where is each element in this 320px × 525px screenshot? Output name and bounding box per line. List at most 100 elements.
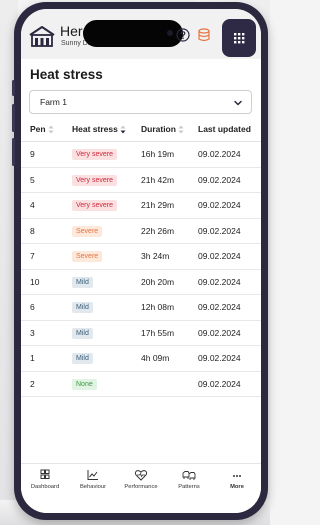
bottom-tab-bar: Dashboard Behaviour Performance Patterns	[21, 463, 261, 513]
barn-logo-icon	[29, 26, 55, 47]
phone-volume-down-button	[12, 138, 15, 166]
last-updated-cell: 09.02.2024	[198, 269, 261, 295]
app-screen: Herd Sunny Dairy beta Heat stress	[21, 9, 261, 513]
heat-stress-cell: Very severe	[72, 167, 141, 193]
heat-stress-table: Pen Heat stress Duration Last updated 9V…	[21, 117, 261, 397]
chevron-down-icon	[234, 100, 242, 106]
heat-stress-badge: Severe	[72, 251, 103, 263]
table-body: 9 Very severe 16h 19m 09.02.2024 5 Very sever…	[21, 141, 261, 397]
sort-icon	[178, 125, 184, 134]
help-icon[interactable]	[176, 28, 190, 42]
pen-cell: 9	[21, 141, 72, 168]
heat-stress-cell: Mild	[72, 320, 141, 346]
dashboard-icon	[40, 469, 50, 479]
table-row[interactable]: 8 Severe 22h 26m 09.02.2024	[21, 218, 261, 244]
farm-select-value: Farm 1	[40, 97, 67, 107]
more-dots-icon	[233, 475, 241, 477]
duration-cell: 20h 20m	[141, 269, 198, 295]
heat-stress-badge: Very severe	[72, 174, 117, 186]
apps-menu-button[interactable]	[222, 19, 256, 57]
grid-icon	[234, 33, 245, 44]
column-header-label: Duration	[141, 123, 176, 134]
heat-stress-cell: Severe	[72, 218, 141, 244]
cows-icon	[182, 471, 196, 480]
heat-stress-badge: Very severe	[72, 200, 117, 212]
column-header-last-updated[interactable]: Last updated	[198, 117, 261, 142]
tab-more[interactable]: More	[213, 464, 261, 513]
last-updated-cell: 09.02.2024	[198, 141, 261, 168]
sort-active-icon	[120, 125, 126, 134]
heat-stress-badge: Mild	[72, 276, 93, 288]
column-header-duration[interactable]: Duration	[141, 117, 198, 142]
heat-stress-badge: Mild	[72, 353, 93, 365]
heat-stress-badge: Mild	[72, 302, 93, 314]
table-row[interactable]: 2 None 09.02.2024	[21, 371, 261, 397]
database-icon[interactable]	[198, 28, 210, 42]
last-updated-cell: 09.02.2024	[198, 345, 261, 372]
tab-patterns[interactable]: Patterns	[165, 464, 213, 513]
tab-performance[interactable]: Performance	[117, 464, 165, 513]
behaviour-chart-icon	[87, 470, 98, 480]
table-row[interactable]: 5 Very severe 21h 42m 09.02.2024	[21, 167, 261, 193]
heat-stress-cell: Very severe	[72, 192, 141, 219]
column-header-label: Pen	[30, 123, 46, 134]
tab-label: Patterns	[178, 484, 200, 490]
column-header-heat-stress[interactable]: Heat stress	[72, 117, 141, 142]
heat-stress-cell: Mild	[72, 345, 141, 372]
pen-cell: 10	[21, 269, 72, 295]
heat-stress-badge: Mild	[72, 327, 93, 339]
duration-cell: 3h 24m	[141, 243, 198, 270]
last-updated-cell: 09.02.2024	[198, 320, 261, 346]
last-updated-cell: 09.02.2024	[198, 243, 261, 270]
pen-cell: 7	[21, 243, 72, 270]
heat-stress-cell: None	[72, 371, 141, 397]
tab-label: More	[230, 484, 244, 490]
pen-cell: 3	[21, 320, 72, 346]
duration-cell: 17h 55m	[141, 320, 198, 346]
duration-cell: 21h 29m	[141, 192, 198, 219]
pen-cell: 4	[21, 192, 72, 219]
heat-stress-cell: Mild	[72, 294, 141, 321]
front-camera	[167, 30, 173, 36]
table-row[interactable]: 6 Mild 12h 08m 09.02.2024	[21, 294, 261, 321]
table-row[interactable]: 10 Mild 20h 20m 09.02.2024	[21, 269, 261, 295]
farm-select[interactable]: Farm 1	[29, 90, 252, 114]
heart-pulse-icon	[134, 470, 148, 481]
tab-behaviour[interactable]: Behaviour	[69, 464, 117, 513]
heat-stress-badge: None	[72, 378, 97, 390]
last-updated-cell: 09.02.2024	[198, 192, 261, 219]
heat-stress-cell: Severe	[72, 243, 141, 270]
pen-cell: 2	[21, 371, 72, 397]
tab-label: Performance	[124, 484, 158, 490]
tab-dashboard[interactable]: Dashboard	[21, 464, 69, 513]
last-updated-cell: 09.02.2024	[198, 218, 261, 244]
duration-cell	[141, 371, 198, 397]
last-updated-cell: 09.02.2024	[198, 294, 261, 321]
column-header-pen[interactable]: Pen	[21, 117, 72, 142]
table-row[interactable]: 7 Severe 3h 24m 09.02.2024	[21, 243, 261, 270]
column-header-label: Heat stress	[72, 123, 118, 134]
tab-label: Dashboard	[30, 484, 60, 490]
heat-stress-cell: Mild	[72, 269, 141, 295]
duration-cell: 12h 08m	[141, 294, 198, 321]
last-updated-cell: 09.02.2024	[198, 167, 261, 193]
duration-cell: 16h 19m	[141, 141, 198, 168]
duration-cell: 21h 42m	[141, 167, 198, 193]
heat-stress-badge: Very severe	[72, 149, 117, 161]
column-header-label: Last updated	[198, 124, 251, 134]
phone-action-button	[12, 80, 15, 96]
table-row[interactable]: 1 Mild 4h 09m 09.02.2024	[21, 345, 261, 372]
pen-cell: 1	[21, 345, 72, 372]
table-row[interactable]: 4 Very severe 21h 29m 09.02.2024	[21, 192, 261, 219]
heat-stress-badge: Severe	[72, 225, 103, 237]
table-row[interactable]: 9 Very severe 16h 19m 09.02.2024	[21, 141, 261, 168]
tab-label: Behaviour	[79, 484, 107, 490]
duration-cell: 22h 26m	[141, 218, 198, 244]
sort-icon	[48, 125, 54, 134]
table-row[interactable]: 3 Mild 17h 55m 09.02.2024	[21, 320, 261, 346]
page-title: Heat stress	[30, 67, 103, 82]
duration-cell: 4h 09m	[141, 345, 198, 372]
table-header-row: Pen Heat stress Duration Last updated	[21, 117, 261, 142]
pen-cell: 5	[21, 167, 72, 193]
phone-volume-up-button	[12, 104, 15, 132]
